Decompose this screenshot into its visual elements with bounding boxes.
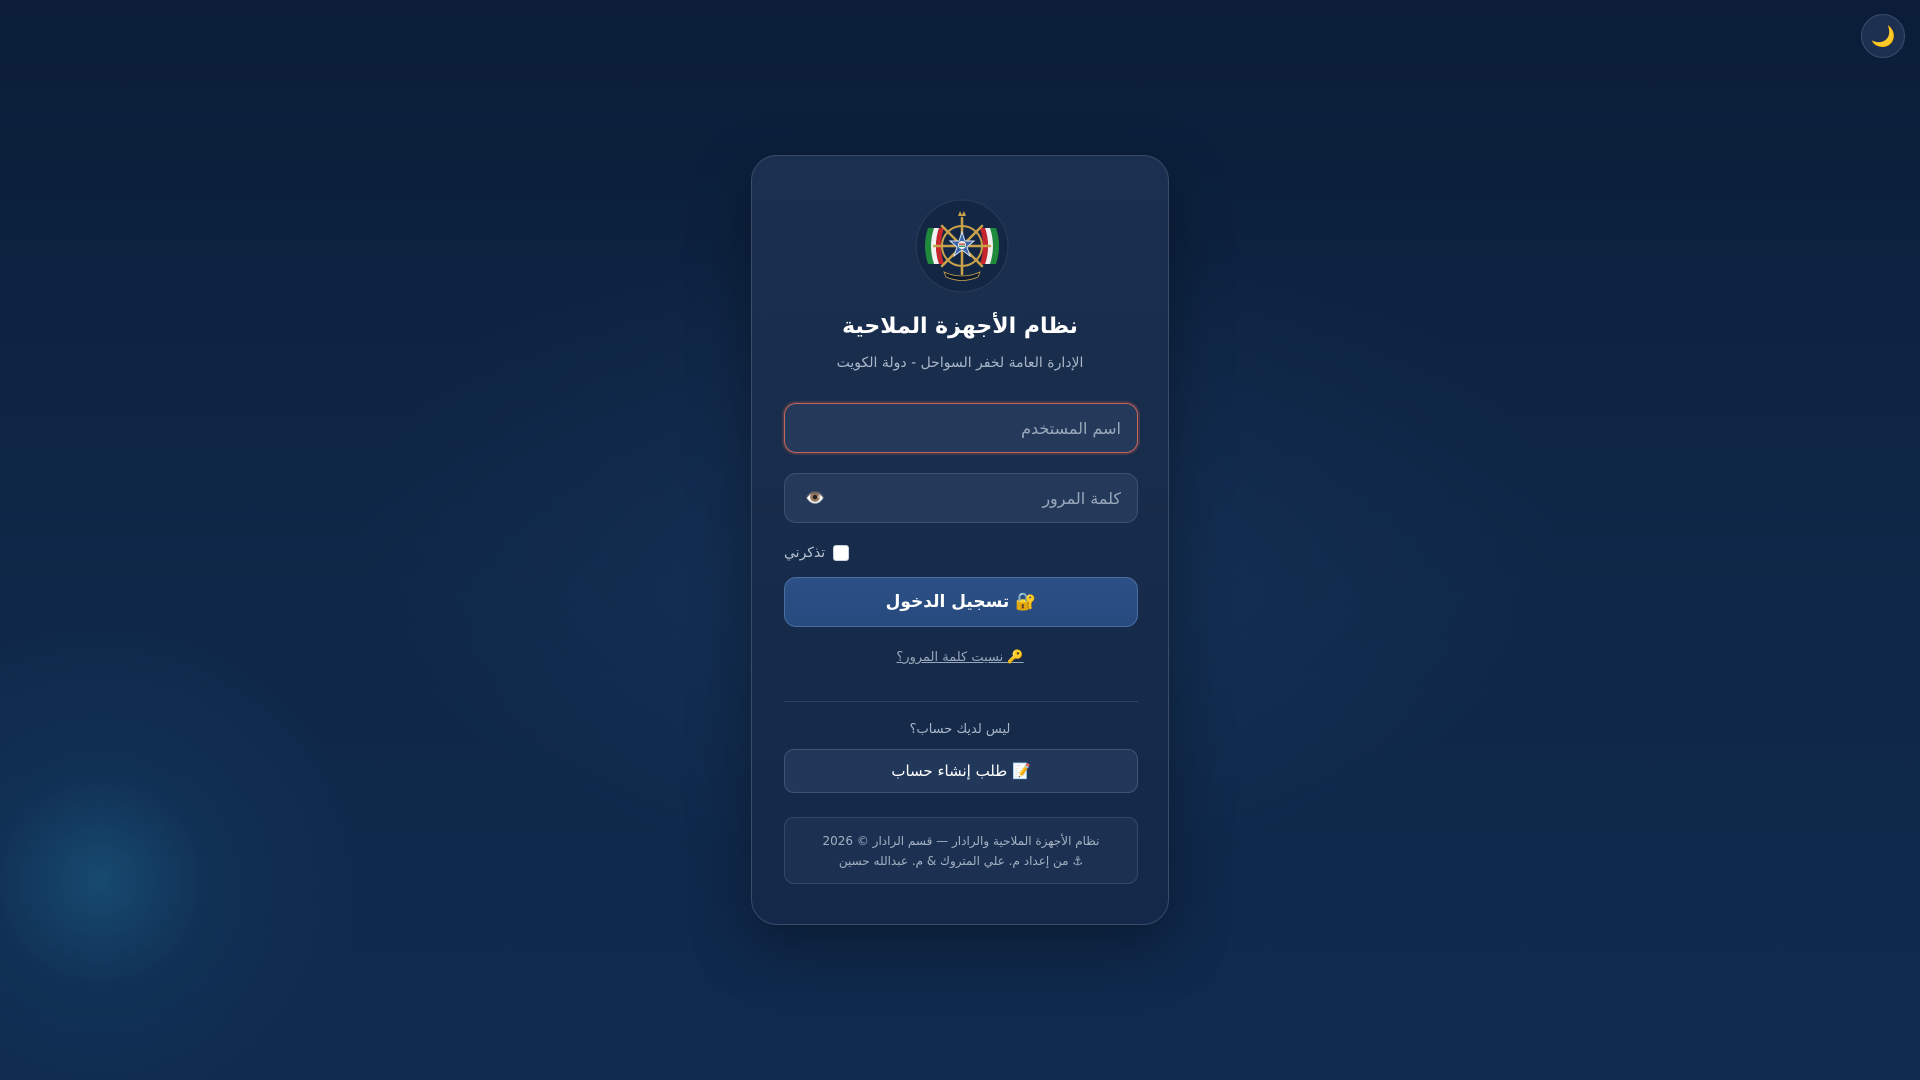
coast-guard-emblem bbox=[915, 199, 1009, 293]
remember-me-checkbox[interactable] bbox=[833, 545, 850, 561]
divider bbox=[784, 701, 1138, 702]
remember-me[interactable]: تذكرني bbox=[784, 545, 850, 561]
login-card: نظام الأجهزة الملاحية الإدارة العامة لخف… bbox=[751, 155, 1169, 925]
no-account-text: ليس لديك حساب؟ bbox=[909, 722, 1011, 737]
eye-icon[interactable]: 👁️ bbox=[805, 486, 825, 510]
page-title: نظام الأجهزة الملاحية bbox=[842, 314, 1078, 339]
footer-credits: ⚓ من إعداد م. علي المتروك & م. عبدالله ح… bbox=[838, 853, 1084, 868]
moon-icon: 🌙 bbox=[1870, 24, 1896, 48]
login-button[interactable]: 🔐 تسجيل الدخول bbox=[784, 577, 1138, 627]
username-input[interactable] bbox=[785, 404, 1137, 452]
forgot-password-link[interactable]: 🔑 نسيت كلمة المرور؟ bbox=[752, 650, 1168, 665]
page-subtitle: الإدارة العامة لخفر السواحل - دولة الكوي… bbox=[836, 355, 1084, 371]
password-input[interactable] bbox=[785, 474, 1137, 522]
theme-toggle-button[interactable]: 🌙 bbox=[1861, 14, 1905, 58]
footer-copyright: نظام الأجهزة الملاحية والرادار — قسم الر… bbox=[822, 833, 1100, 848]
remember-me-label: تذكرني bbox=[784, 545, 826, 561]
password-field[interactable]: 👁️ bbox=[784, 473, 1138, 523]
username-field[interactable] bbox=[784, 403, 1138, 453]
request-account-button[interactable]: 📝 طلب إنشاء حساب bbox=[784, 749, 1138, 793]
footer-box: نظام الأجهزة الملاحية والرادار — قسم الر… bbox=[784, 817, 1138, 884]
